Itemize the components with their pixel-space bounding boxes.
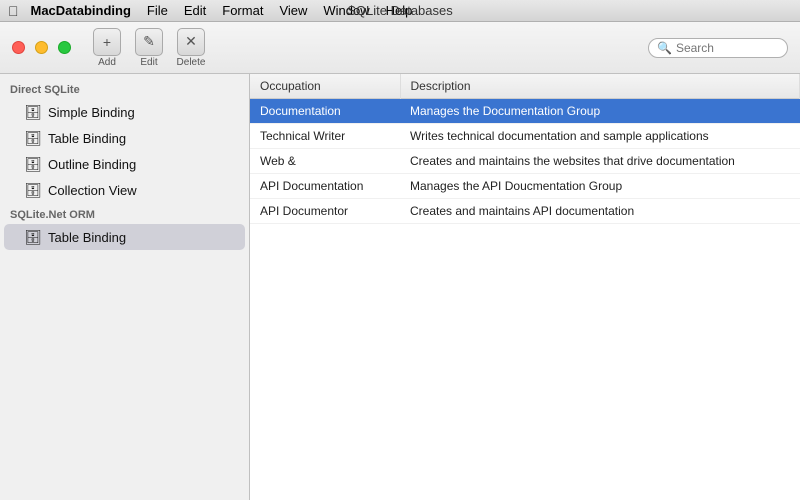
delete-icon: ✕: [177, 28, 205, 56]
apple-menu-icon[interactable]: : [8, 3, 19, 19]
table-row[interactable]: Technical WriterWrites technical documen…: [250, 124, 800, 149]
edit-icon: ✎: [135, 28, 163, 56]
menu-edit[interactable]: Edit: [176, 0, 214, 22]
sidebar-item-simple-binding[interactable]: 🗄 Simple Binding: [4, 99, 245, 125]
table-body: DocumentationManages the Documentation G…: [250, 99, 800, 224]
search-input[interactable]: [676, 41, 786, 55]
col-description: Description: [400, 74, 800, 99]
window-title: SQLite Databases: [347, 3, 453, 18]
outline-binding-label: Outline Binding: [48, 157, 136, 172]
menu-view[interactable]: View: [271, 0, 315, 22]
sidebar-section-direct-sqlite: Direct SQLite: [0, 78, 249, 99]
menu-file[interactable]: File: [139, 0, 176, 22]
traffic-light-green[interactable]: [58, 41, 71, 54]
delete-label: Delete: [177, 57, 206, 68]
menu-format[interactable]: Format: [214, 0, 271, 22]
simple-binding-label: Simple Binding: [48, 105, 135, 120]
table-area: Occupation Description DocumentationMana…: [250, 74, 800, 500]
table-row[interactable]: API DocumentationManages the API Doucmen…: [250, 174, 800, 199]
add-label: Add: [98, 57, 116, 68]
table-binding-direct-label: Table Binding: [48, 131, 126, 146]
search-icon: 🔍: [657, 41, 672, 55]
edit-button[interactable]: ✎ Edit: [131, 28, 167, 68]
cell-description: Manages the Documentation Group: [400, 99, 800, 124]
table-row[interactable]: API DocumentorCreates and maintains API …: [250, 199, 800, 224]
sidebar-item-collection-view[interactable]: 🗄 Collection View: [4, 177, 245, 203]
cell-description: Creates and maintains API documentation: [400, 199, 800, 224]
add-button[interactable]: + Add: [89, 28, 125, 68]
table-header: Occupation Description: [250, 74, 800, 99]
table-binding-orm-icon: 🗄: [24, 228, 42, 246]
sidebar-item-table-binding-orm[interactable]: 🗄 Table Binding: [4, 224, 245, 250]
sidebar-item-table-binding-direct[interactable]: 🗄 Table Binding: [4, 125, 245, 151]
toolbar-action-buttons: + Add ✎ Edit ✕ Delete: [89, 28, 209, 68]
add-icon: +: [93, 28, 121, 56]
sidebar: Direct SQLite 🗄 Simple Binding 🗄 Table B…: [0, 74, 250, 500]
simple-binding-icon: 🗄: [24, 103, 42, 121]
edit-label: Edit: [140, 57, 157, 68]
table-row[interactable]: Web &Creates and maintains the websites …: [250, 149, 800, 174]
toolbar: + Add ✎ Edit ✕ Delete 🔍: [0, 22, 800, 74]
cell-description: Manages the API Doucmentation Group: [400, 174, 800, 199]
delete-button[interactable]: ✕ Delete: [173, 28, 209, 68]
collection-view-label: Collection View: [48, 183, 137, 198]
traffic-light-yellow[interactable]: [35, 41, 48, 54]
collection-view-icon: 🗄: [24, 181, 42, 199]
cell-description: Creates and maintains the websites that …: [400, 149, 800, 174]
cell-occupation: API Documentation: [250, 174, 400, 199]
traffic-lights: [12, 41, 73, 54]
search-bar[interactable]: 🔍: [648, 38, 788, 58]
titlebar:  MacDatabinding File Edit Format View W…: [0, 0, 800, 22]
traffic-light-red[interactable]: [12, 41, 25, 54]
table-row[interactable]: DocumentationManages the Documentation G…: [250, 99, 800, 124]
cell-occupation: Web &: [250, 149, 400, 174]
sidebar-item-outline-binding[interactable]: 🗄 Outline Binding: [4, 151, 245, 177]
data-table: Occupation Description DocumentationMana…: [250, 74, 800, 224]
cell-description: Writes technical documentation and sampl…: [400, 124, 800, 149]
table-binding-orm-label: Table Binding: [48, 230, 126, 245]
sidebar-section-orm: SQLite.Net ORM: [0, 203, 249, 224]
cell-occupation: API Documentor: [250, 199, 400, 224]
menu-app-name[interactable]: MacDatabinding: [23, 0, 139, 22]
main-content: Direct SQLite 🗄 Simple Binding 🗄 Table B…: [0, 74, 800, 500]
table-binding-direct-icon: 🗄: [24, 129, 42, 147]
cell-occupation: Technical Writer: [250, 124, 400, 149]
outline-binding-icon: 🗄: [24, 155, 42, 173]
col-occupation: Occupation: [250, 74, 400, 99]
cell-occupation: Documentation: [250, 99, 400, 124]
